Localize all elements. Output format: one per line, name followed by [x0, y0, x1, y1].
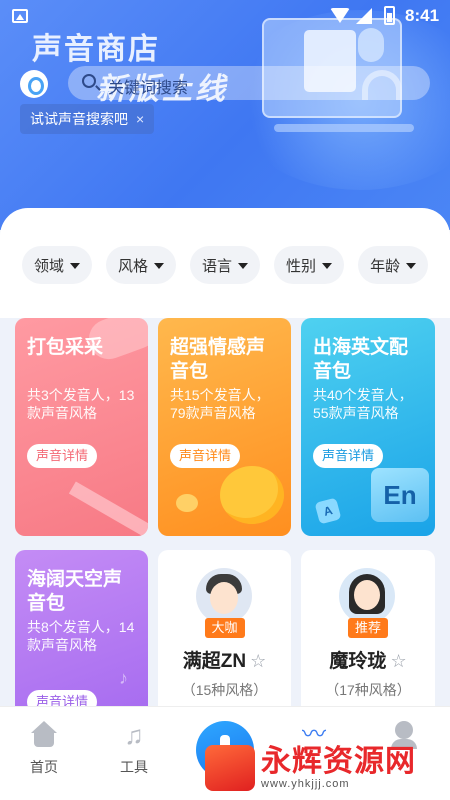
- voice-detail-button[interactable]: 声音详情: [27, 444, 98, 468]
- battery-icon: [384, 6, 395, 25]
- pack-title: 出海英文配音包: [313, 337, 409, 382]
- caret-down-icon: [154, 263, 165, 269]
- nav-tools[interactable]: ♫ 工具: [104, 721, 164, 777]
- voice-detail-button[interactable]: 声音详情: [170, 444, 241, 468]
- avatar: [339, 568, 395, 624]
- voice-detail-button[interactable]: 声音详情: [313, 444, 384, 468]
- voice-actor-name: 魔玲珑 ☆: [329, 651, 407, 672]
- watermark: 永辉资源网 www.yhkjjj.com: [205, 740, 416, 796]
- filter-label: 语言: [202, 257, 233, 275]
- search-icon: [82, 74, 96, 88]
- voice-pack-card[interactable]: 出海英文配音包 共40个发音人，55款声音风格 声音详情 A En: [301, 318, 435, 536]
- filter-label: 性别: [286, 257, 317, 275]
- filter-domain[interactable]: 领域: [22, 246, 93, 284]
- filter-label: 风格: [118, 257, 149, 275]
- voice-search-hint[interactable]: 试试声音搜索吧 ×: [20, 104, 155, 134]
- image-notification-icon: [12, 9, 28, 23]
- english-tile-icon: En: [371, 468, 429, 522]
- home-icon: [29, 721, 59, 749]
- monitor-stand: [274, 124, 414, 132]
- caret-down-icon: [238, 263, 249, 269]
- voice-actor-card[interactable]: 大咖 满超ZN ☆ （15种风格）: [158, 550, 291, 720]
- status-badge: 推荐: [347, 618, 389, 638]
- voice-actor-card[interactable]: 推荐 魔玲珑 ☆ （17种风格）: [301, 550, 435, 720]
- status-bar: 8:41: [0, 0, 450, 32]
- hint-text: 试试声音搜索吧: [30, 111, 128, 127]
- pack-description: 共15个发音人，79款声音风格: [170, 387, 270, 421]
- blob-character-icon: [176, 494, 198, 512]
- pack-title: 海阔天空声音包: [27, 569, 123, 614]
- filter-label: 领域: [34, 257, 65, 275]
- music-tools-icon: ♫: [124, 720, 144, 750]
- filter-language[interactable]: 语言: [190, 246, 261, 284]
- watermark-url: www.yhkjjj.com: [261, 778, 350, 790]
- caret-down-icon: [406, 263, 417, 269]
- music-note-icon: ♪: [119, 668, 128, 688]
- caret-down-icon: [70, 263, 81, 269]
- nav-label: 首页: [30, 759, 58, 775]
- pack-description: 共40个发音人，55款声音风格: [313, 387, 413, 421]
- filter-label: 年龄: [370, 257, 401, 275]
- letter-a-icon: A: [314, 497, 342, 525]
- wifi-icon: [330, 8, 350, 23]
- pack-title: 超强情感声音包: [170, 337, 266, 382]
- close-icon[interactable]: ×: [136, 104, 144, 134]
- nav-label: 工具: [120, 759, 148, 775]
- search-placeholder: 关键词搜索: [108, 80, 189, 97]
- voice-actor-name: 满超ZN ☆: [182, 651, 267, 672]
- ribbon-decoration: [68, 481, 148, 536]
- pack-title: 打包采采: [27, 337, 104, 358]
- microphone-icon: [358, 28, 384, 62]
- nav-home[interactable]: 首页: [14, 721, 74, 777]
- filter-bar: 领域 风格 语言 性别 年龄: [22, 246, 429, 284]
- filter-panel: 领域 风格 语言 性别 年龄: [0, 208, 450, 318]
- voice-pack-card[interactable]: 打包采采 共3个发音人，13款声音风格 声音详情: [15, 318, 148, 536]
- filter-gender[interactable]: 性别: [274, 246, 345, 284]
- pack-description: 共8个发音人，14款声音风格: [27, 619, 135, 653]
- signal-icon: [356, 8, 372, 24]
- clock: 8:41: [405, 6, 440, 25]
- filter-style[interactable]: 风格: [106, 246, 177, 284]
- pack-description: 共3个发音人，13款声音风格: [27, 387, 135, 421]
- watermark-title: 永辉资源网: [261, 745, 416, 778]
- star-icon[interactable]: ☆: [250, 651, 266, 671]
- style-count: （15种风格）: [181, 682, 268, 698]
- caret-down-icon: [322, 263, 333, 269]
- app-logo-icon[interactable]: [20, 70, 48, 98]
- voice-pack-card[interactable]: 海阔天空声音包 共8个发音人，14款声音风格 ♪ 声音详情: [15, 550, 148, 720]
- status-badge: 大咖: [204, 618, 245, 638]
- watermark-logo-icon: [205, 745, 255, 791]
- avatar: [196, 568, 252, 624]
- voice-pack-card[interactable]: 超强情感声音包 共15个发音人，79款声音风格 声音详情: [158, 318, 291, 536]
- style-count: （17种风格）: [325, 682, 411, 698]
- blob-face-icon: [220, 466, 284, 524]
- search-input[interactable]: 关键词搜索: [68, 66, 430, 100]
- star-icon[interactable]: ☆: [390, 651, 406, 671]
- filter-age[interactable]: 年龄: [358, 246, 429, 284]
